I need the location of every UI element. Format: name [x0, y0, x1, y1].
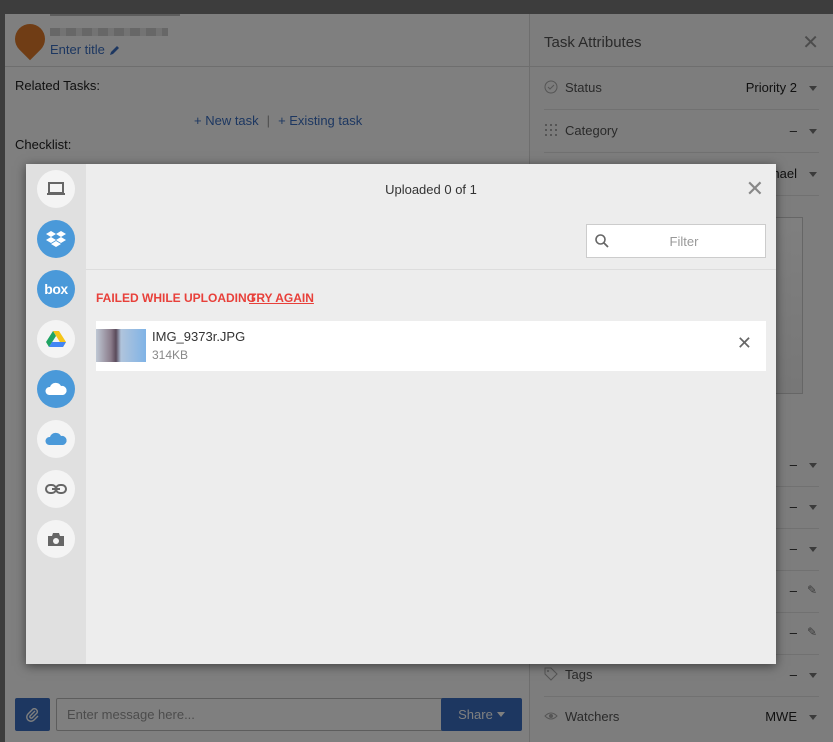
file-thumbnail — [96, 329, 146, 362]
source-computer[interactable] — [37, 170, 75, 208]
filter-placeholder: Filter — [669, 234, 699, 249]
source-box[interactable]: box — [37, 270, 75, 308]
dropbox-icon — [46, 231, 66, 247]
search-icon — [595, 234, 609, 248]
filter-input[interactable]: Filter — [586, 224, 766, 258]
upload-status-title: Uploaded 0 of 1 — [385, 182, 477, 197]
source-link[interactable] — [37, 470, 75, 508]
google-drive-icon — [46, 331, 66, 347]
upload-dialog: box Uploaded 0 of 1 ✕ Filter FAILED WHIL… — [26, 164, 776, 664]
onedrive-icon — [45, 382, 67, 395]
upload-error-text: FAILED WHILE UPLOADING — [96, 291, 256, 305]
remove-file-icon[interactable]: ✕ — [737, 334, 752, 352]
upload-sources-sidebar: box — [26, 164, 86, 664]
computer-icon — [47, 182, 65, 195]
source-onedrive[interactable] — [37, 370, 75, 408]
box-icon: box — [44, 281, 68, 297]
file-name: IMG_9373r.JPG — [152, 329, 246, 344]
upload-file-item: IMG_9373r.JPG 314KB ✕ — [96, 321, 766, 371]
source-dropbox[interactable] — [37, 220, 75, 258]
close-icon[interactable]: ✕ — [746, 178, 764, 200]
onedrive-business-icon — [45, 432, 67, 445]
source-google-drive[interactable] — [37, 320, 75, 358]
link-icon — [45, 484, 67, 494]
divider — [86, 269, 776, 270]
camera-icon — [48, 532, 64, 546]
try-again-link[interactable]: TRY AGAIN — [249, 291, 314, 305]
file-size: 314KB — [152, 348, 189, 362]
source-camera[interactable] — [37, 520, 75, 558]
source-onedrive-business[interactable] — [37, 420, 75, 458]
